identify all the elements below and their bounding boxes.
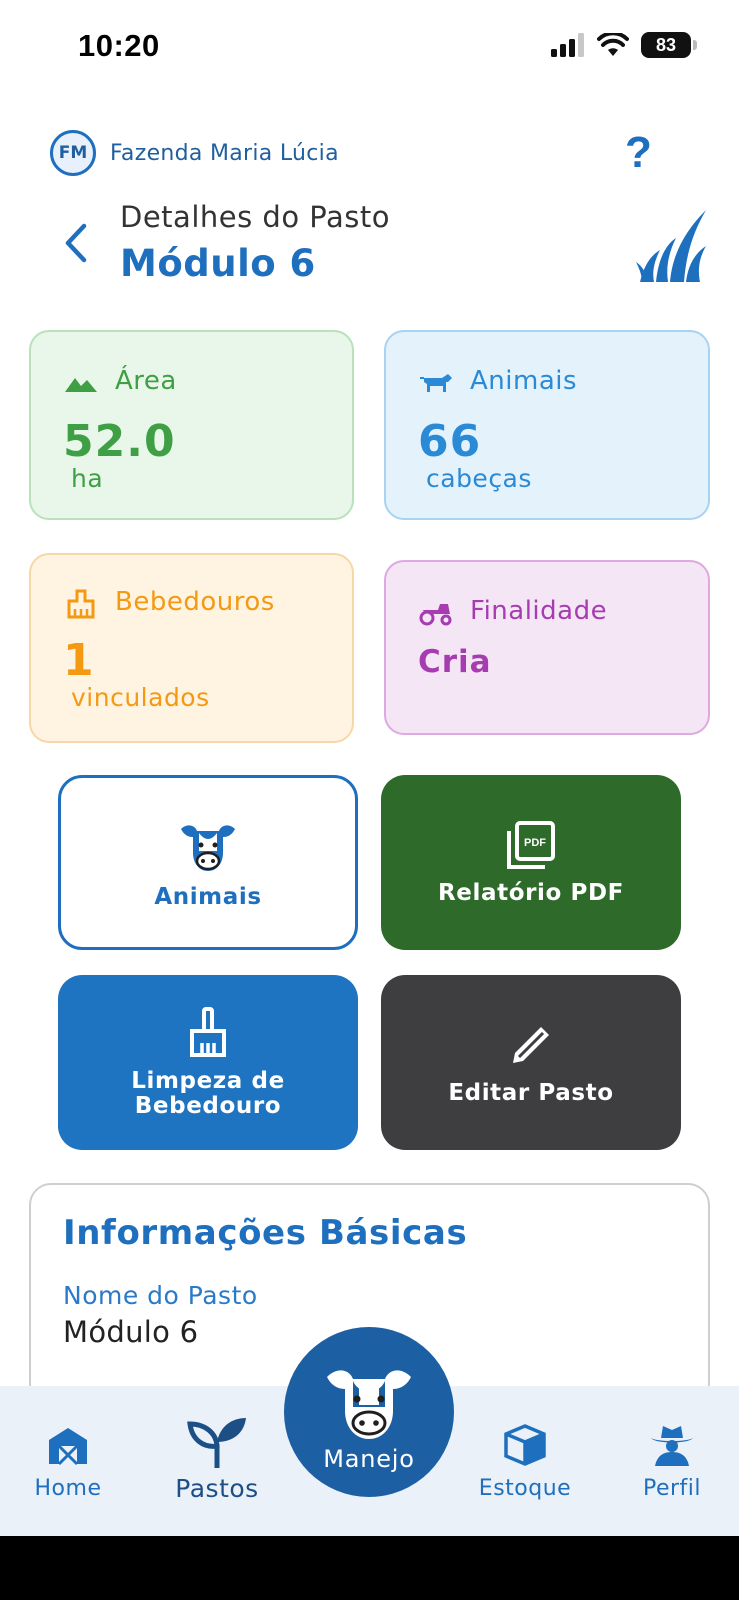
stat-unit: cabeças [426, 464, 532, 493]
button-label: Relatório PDF [437, 880, 624, 906]
cellular-signal-icon [551, 33, 584, 57]
manejo-fab-button[interactable]: Manejo [284, 1327, 454, 1497]
box-icon [504, 1424, 546, 1466]
mountain-icon [65, 378, 97, 392]
page-title: Módulo 6 [120, 242, 316, 285]
nav-label: Pastos [175, 1474, 259, 1503]
field-value: Módulo 6 [63, 1315, 199, 1349]
stat-value: 66 [418, 416, 482, 467]
status-time: 10:20 [78, 28, 160, 63]
cow-face-icon [181, 825, 235, 871]
info-title: Informações Básicas [63, 1213, 468, 1253]
status-icons: 83 [551, 32, 697, 58]
broom-icon [190, 1006, 226, 1057]
stat-label: Bebedouros [115, 587, 275, 617]
cow-icon [420, 374, 452, 392]
battery-indicator: 83 [641, 32, 697, 58]
grass-logo-icon [636, 210, 706, 282]
help-button[interactable]: ? [625, 128, 652, 178]
editar-pasto-button[interactable]: Editar Pasto [381, 975, 681, 1150]
nav-item-pastos[interactable]: Pastos [162, 1414, 272, 1503]
cow-face-icon [327, 1370, 411, 1439]
stat-label: Finalidade [470, 596, 608, 626]
sprout-icon [187, 1418, 246, 1468]
water-trough-icon [67, 589, 95, 619]
page-subtitle: Detalhes do Pasto [120, 200, 390, 234]
stat-label: Área [115, 366, 177, 396]
stat-card-animais: Animais 66 cabeças [384, 330, 710, 520]
nav-label: Home [34, 1476, 102, 1501]
fab-label: Manejo [323, 1445, 415, 1473]
button-label-line2: Bebedouro [134, 1092, 282, 1119]
pdf-icon: PDF [507, 821, 555, 869]
stat-card-bebedouros: Bebedouros 1 vinculados [29, 553, 354, 743]
farm-name: Fazenda Maria Lúcia [110, 140, 339, 166]
tractor-icon [419, 604, 452, 626]
stat-card-finalidade: Finalidade Cria [384, 560, 710, 735]
back-arrow-icon[interactable] [56, 218, 96, 268]
stat-unit: ha [71, 464, 104, 493]
wifi-icon [597, 33, 629, 56]
cowboy-profile-icon [651, 1426, 693, 1466]
nav-label: Estoque [478, 1476, 572, 1501]
svg-text:PDF: PDF [524, 837, 546, 849]
relatorio-pdf-button[interactable]: PDF Relatório PDF [381, 775, 681, 950]
stat-value: 52.0 [63, 416, 176, 467]
button-label: Editar Pasto [448, 1080, 614, 1106]
button-label-line1: Limpeza de [131, 1067, 285, 1094]
button-label: Animais [154, 884, 262, 910]
farm-avatar: FM [50, 130, 96, 176]
pencil-icon [513, 1027, 549, 1063]
stat-unit: vinculados [71, 683, 210, 712]
nav-label: Perfil [642, 1476, 702, 1501]
limpeza-bebedouro-button[interactable]: Limpeza de Bebedouro [58, 975, 358, 1150]
nav-item-home[interactable]: Home [30, 1422, 106, 1501]
farm-selector[interactable]: FM Fazenda Maria Lúcia [50, 130, 339, 176]
status-bar: 10:20 83 [0, 0, 739, 100]
stat-label: Animais [470, 366, 578, 396]
home-indicator-area [0, 1536, 739, 1600]
animais-button[interactable]: Animais [58, 775, 358, 950]
nav-item-perfil[interactable]: Perfil [636, 1422, 708, 1501]
stat-value: 1 [63, 635, 95, 686]
stat-value: Cria [418, 644, 492, 680]
nav-item-estoque[interactable]: Estoque [474, 1422, 576, 1501]
barn-icon [49, 1428, 87, 1466]
stat-card-area: Área 52.0 ha [29, 330, 354, 520]
field-label: Nome do Pasto [63, 1281, 258, 1310]
